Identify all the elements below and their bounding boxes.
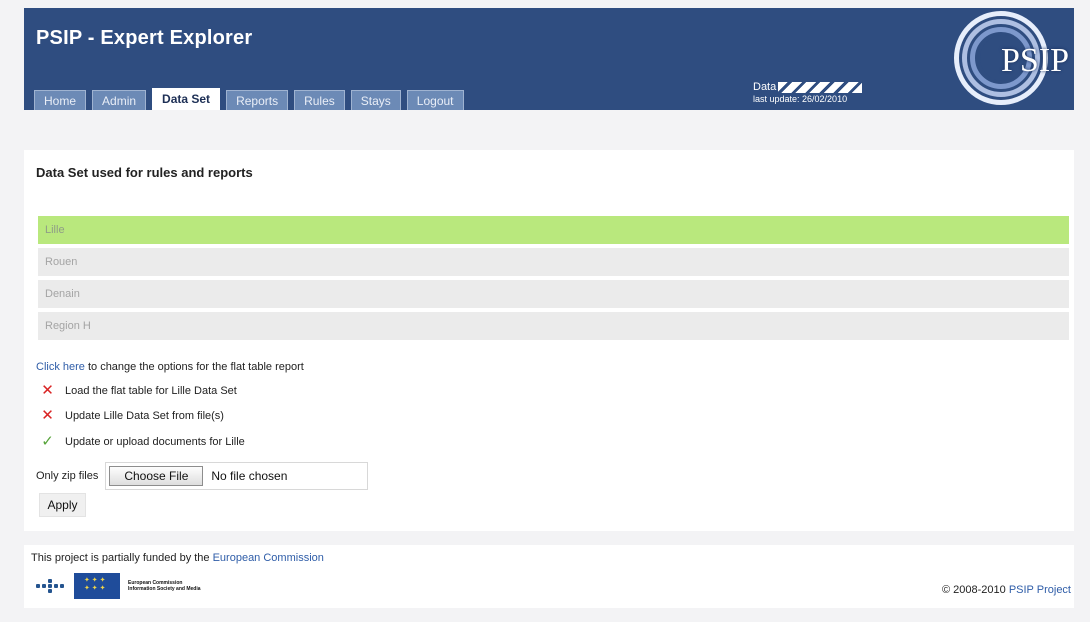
psip-project-link[interactable]: PSIP Project bbox=[1009, 584, 1071, 596]
copyright-text: © 2008-2010 bbox=[942, 584, 1009, 596]
choose-file-button[interactable]: Choose File bbox=[109, 466, 204, 486]
tab-admin[interactable]: Admin bbox=[92, 90, 147, 110]
app-header: PSIP - Expert Explorer Home Admin Data S… bbox=[24, 8, 1074, 110]
tab-reports[interactable]: Reports bbox=[226, 90, 289, 110]
tab-home[interactable]: Home bbox=[34, 90, 87, 110]
data-progress-pattern bbox=[778, 81, 863, 93]
options-description: to change the options for the flat table… bbox=[84, 361, 304, 373]
zip-upload-row: Only zip files Choose File No file chose… bbox=[36, 462, 369, 490]
data-set-panel: Data Set used for rules and reports Lill… bbox=[24, 150, 1074, 531]
tab-rules[interactable]: Rules bbox=[294, 90, 345, 110]
page-footer: This project is partially funded by the … bbox=[24, 545, 1074, 608]
tab-logout[interactable]: Logout bbox=[406, 90, 464, 110]
upload-label: Only zip files bbox=[36, 470, 99, 482]
status-label: Update Lille Data Set from file(s) bbox=[65, 410, 224, 422]
main-navigation-tabs: Home Admin Data Set Reports Rules Stays … bbox=[34, 88, 464, 110]
last-update-text: last update: 26/02/2010 bbox=[753, 94, 848, 104]
app-title: PSIP - Expert Explorer bbox=[36, 27, 253, 49]
status-label: Update or upload documents for Lille bbox=[65, 436, 245, 448]
psip-logo: PSIP bbox=[949, 8, 1074, 110]
dataset-item-lille[interactable]: Lille bbox=[38, 216, 1069, 244]
tab-data-set[interactable]: Data Set bbox=[152, 88, 221, 110]
european-commission-link[interactable]: European Commission bbox=[213, 552, 324, 564]
options-link[interactable]: Click here bbox=[36, 361, 85, 373]
logo-text: PSIP bbox=[1001, 42, 1070, 79]
x-icon: ✕ bbox=[41, 382, 54, 399]
x-icon: ✕ bbox=[41, 407, 54, 424]
status-load-flat-table: ✕ Load the flat table for Lille Data Set bbox=[40, 382, 237, 399]
check-icon: ✓ bbox=[41, 433, 54, 450]
data-label: Data bbox=[753, 81, 777, 93]
funding-notice: This project is partially funded by the … bbox=[31, 552, 324, 564]
status-update-data-set: ✕ Update Lille Data Set from file(s) bbox=[40, 407, 224, 424]
dataset-item-rouen[interactable]: Rouen bbox=[38, 248, 1069, 276]
tab-stays[interactable]: Stays bbox=[350, 90, 401, 110]
status-upload-documents: ✓ Update or upload documents for Lille bbox=[40, 433, 245, 450]
data-line: Data bbox=[753, 81, 863, 93]
flat-table-options: Click here to change the options for the… bbox=[36, 361, 304, 373]
page-title: Data Set used for rules and reports bbox=[36, 165, 253, 180]
status-label: Load the flat table for Lille Data Set bbox=[65, 385, 237, 397]
dataset-list: Lille Rouen Denain Region H bbox=[38, 216, 1069, 344]
eu-logo-text: European Commission Information Society a… bbox=[128, 580, 201, 592]
dataset-item-region-h[interactable]: Region H bbox=[38, 312, 1069, 340]
file-status-text: No file chosen bbox=[211, 469, 288, 483]
apply-button[interactable]: Apply bbox=[39, 493, 86, 517]
file-input[interactable]: Choose File No file chosen bbox=[105, 462, 369, 490]
dataset-item-denain[interactable]: Denain bbox=[38, 280, 1069, 308]
eu-dots-logo bbox=[36, 576, 66, 596]
eu-flag-icon bbox=[74, 573, 120, 599]
funding-text: This project is partially funded by the bbox=[31, 552, 213, 564]
data-status: Data last update: 26/02/2010 bbox=[753, 81, 863, 104]
copyright-notice: © 2008-2010 PSIP Project bbox=[942, 584, 1071, 596]
eu-logos: European CommissionInformation Society a… bbox=[36, 573, 201, 599]
